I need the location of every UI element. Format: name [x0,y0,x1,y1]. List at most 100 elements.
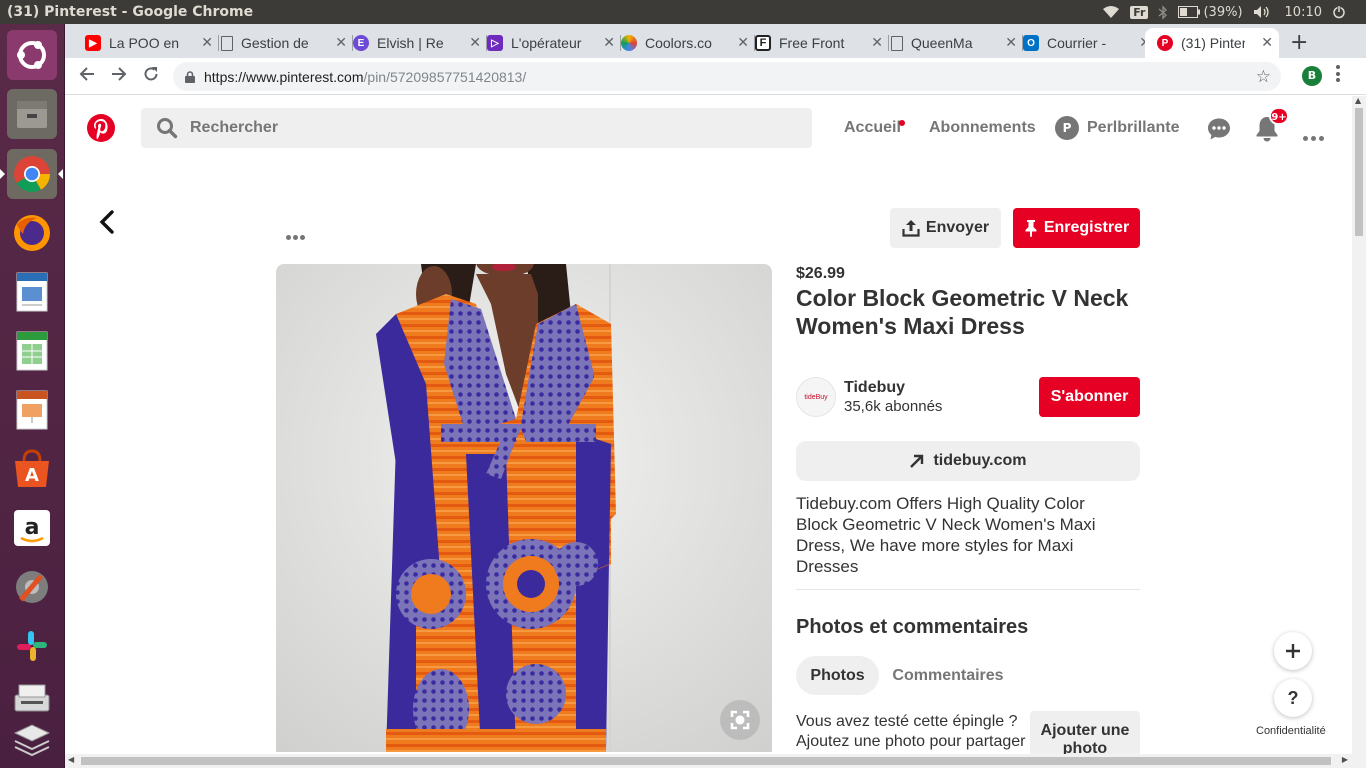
nav-home[interactable]: Accueil [844,119,901,137]
battery-indicator[interactable]: (39%) [1178,5,1243,20]
close-icon[interactable]: ✕ [737,34,749,51]
firefox-icon[interactable] [7,208,57,258]
pinterest-icon: P [1157,35,1173,51]
tab-elvish[interactable]: E Elvish | Re ✕ [353,28,487,58]
scroll-up-arrow-icon[interactable]: ▲ [1355,96,1361,105]
forward-arrow-icon[interactable] [109,66,129,86]
reload-icon[interactable] [141,66,161,86]
volume-icon[interactable] [1253,5,1271,19]
close-icon[interactable]: ✕ [603,34,615,51]
lock-icon[interactable] [185,70,195,83]
frontend-icon: F [755,35,771,51]
files-icon[interactable] [7,89,57,139]
tab-photos[interactable]: Photos [796,656,879,695]
tab-youtube[interactable]: ▶ La POO en ✕ [85,28,219,58]
user-avatar[interactable]: P [1055,116,1079,140]
impress-icon[interactable] [7,385,57,435]
tab-queenma[interactable]: QueenMa ✕ [889,28,1023,58]
divider [796,589,1140,590]
keyboard-layout[interactable]: Fr [1130,5,1149,19]
ubuntu-logo-icon[interactable] [7,30,57,80]
search-input[interactable]: Rechercher [141,108,812,148]
close-icon[interactable]: ✕ [335,34,347,51]
pin-title: Color Block Geometric V Neck Women's Max… [796,285,1129,339]
tab-coolors[interactable]: Coolors.co ✕ [621,28,755,58]
bookmark-star-icon[interactable]: ☆ [1256,67,1271,87]
vertical-scroll-thumb[interactable] [1355,108,1363,236]
close-icon[interactable]: ✕ [1261,34,1273,51]
writer-icon[interactable] [7,267,57,317]
settings-icon[interactable] [7,562,57,612]
tab-label: QueenMa [911,35,973,51]
window-title: (31) Pinterest - Google Chrome [7,4,254,20]
pin-more-options-icon[interactable] [286,225,307,244]
messages-icon[interactable] [1207,117,1231,141]
elvish-icon: E [353,35,369,51]
add-photo-prompt: Vous avez testé cette épingle ? Ajoutez … [796,713,1026,750]
nav-user-name[interactable]: Perlbrillante [1087,119,1179,137]
expand-image-button[interactable] [720,700,760,740]
slack-icon[interactable] [7,621,57,671]
scroll-right-arrow-icon[interactable]: ▶ [1342,755,1348,764]
chrome-icon[interactable] [0,149,63,199]
close-icon[interactable]: ✕ [871,34,883,51]
back-arrow-icon[interactable] [77,66,97,86]
more-options-icon[interactable] [1303,126,1324,145]
close-icon[interactable]: ✕ [1005,34,1017,51]
power-icon[interactable] [1332,5,1346,19]
notification-badge: 9+ [1269,107,1289,125]
search-icon [157,118,178,139]
add-photo-label: Ajouter une photo [1040,722,1130,756]
tab-label: Free Front [779,35,845,51]
amazon-icon[interactable]: a [7,503,57,553]
add-photo-button[interactable]: Ajouter une photo [1030,711,1140,756]
system-tray: Fr (39%) 10:10 [1102,0,1366,24]
share-icon [902,220,920,237]
close-icon[interactable]: ✕ [201,34,213,51]
tab-pinterest[interactable]: P (31) Pinter ✕ [1145,28,1279,58]
visit-site-button[interactable]: tidebuy.com [796,441,1140,481]
store-logo[interactable]: tideBuy [796,377,836,417]
help-button[interactable]: ? [1274,679,1312,717]
layers-icon[interactable] [7,714,57,764]
tab-gestion[interactable]: Gestion de ✕ [219,28,353,58]
store-logo-text: tideBuy [804,393,828,401]
close-icon[interactable]: ✕ [469,34,481,51]
profile-avatar[interactable]: B [1302,66,1322,86]
create-plus-button[interactable] [1274,632,1312,670]
chrome-menu-icon[interactable] [1335,65,1341,85]
tab-photos-label: Photos [810,666,865,684]
follow-label: S'abonner [1050,388,1129,405]
software-center-icon[interactable]: A [7,444,57,494]
pinterest-header: Rechercher Accueil Abonnements P Perlbri… [65,96,1352,160]
tab-comments[interactable]: Commentaires [889,656,1007,695]
bluetooth-icon[interactable] [1158,4,1168,20]
back-chevron-icon[interactable] [96,208,120,236]
address-bar[interactable]: https://www.pinterest.com/pin/5720985775… [173,62,1281,91]
tab-free-front[interactable]: F Free Front ✕ [755,28,889,58]
launcher: A a [0,24,65,768]
tab-courrier[interactable]: O Courrier - ✕ [1023,28,1157,58]
horizontal-scroll-thumb[interactable] [81,757,1331,765]
new-tab-button[interactable]: + [1290,30,1308,55]
tab-operateur[interactable]: ▷ L'opérateur ✕ [487,28,621,58]
document-icon [221,35,233,51]
nav-following[interactable]: Abonnements [929,119,1036,137]
store-followers: 35,6k abonnés [844,398,943,415]
store-name[interactable]: Tidebuy [844,379,905,397]
scroll-left-arrow-icon[interactable]: ◀ [68,755,74,764]
send-button[interactable]: Envoyer [890,208,1001,248]
svg-text:a: a [25,515,40,540]
follow-button[interactable]: S'abonner [1039,377,1140,417]
wifi-icon[interactable] [1102,5,1120,19]
clock[interactable]: 10:10 [1285,5,1322,20]
save-button[interactable]: Enregistrer [1013,208,1140,248]
pin-image[interactable] [276,264,772,752]
calc-icon[interactable] [7,326,57,376]
vertical-scrollbar[interactable]: ▲ [1352,96,1366,754]
privacy-link[interactable]: Confidentialité [1256,725,1326,737]
horizontal-scrollbar[interactable]: ◀ ▶ [65,754,1366,768]
pinterest-logo-icon[interactable] [86,113,116,143]
photos-comments-heading: Photos et commentaires [796,616,1029,638]
tab-strip: ▶ La POO en ✕ Gestion de ✕ E Elvish | Re… [65,24,1366,58]
